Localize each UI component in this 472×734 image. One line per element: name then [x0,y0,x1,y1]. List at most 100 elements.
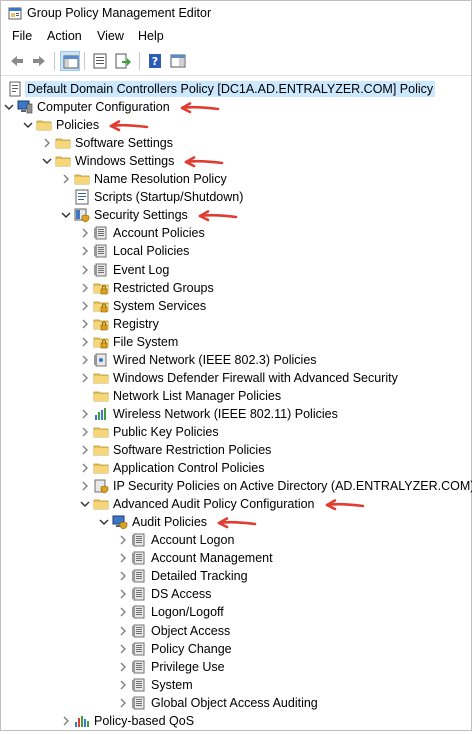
chevron-right-icon[interactable] [79,371,91,383]
tree-node[interactable]: Policies [1,116,471,134]
qos-chart-icon [74,713,90,729]
chevron-right-icon[interactable] [60,172,72,184]
tree-node[interactable]: Privilege Use [1,658,471,676]
tree-node[interactable]: Software Restriction Policies [1,441,471,459]
chevron-right-icon[interactable] [117,678,129,690]
chevron-right-icon[interactable] [117,660,129,672]
tree-node[interactable]: Restricted Groups [1,279,471,297]
tree-node[interactable]: Public Key Policies [1,423,471,441]
tree-node[interactable]: Local Policies [1,242,471,260]
tree-node[interactable]: Software Settings [1,134,471,152]
gpo-scroll-icon [7,81,23,97]
chevron-right-icon[interactable] [117,696,129,708]
tree-node[interactable]: DS Access [1,585,471,603]
forward-arrow-icon[interactable] [29,51,49,71]
export-list-icon[interactable] [113,51,133,71]
chevron-right-icon[interactable] [79,244,91,256]
chevron-right-icon[interactable] [117,551,129,563]
policy-book-icon [131,641,147,657]
tree-node[interactable]: Application Control Policies [1,459,471,477]
tree-node[interactable]: Event Log [1,261,471,279]
chevron-right-icon[interactable] [79,407,91,419]
tree-node[interactable]: Account Management [1,549,471,567]
tree-node[interactable]: System Services [1,297,471,315]
tree-node[interactable]: Name Resolution Policy [1,170,471,188]
tree-node[interactable]: Account Policies [1,224,471,242]
tree-node[interactable]: Security Settings [1,206,471,224]
chevron-right-icon[interactable] [117,569,129,581]
chevron-right-icon[interactable] [117,533,129,545]
tree-node[interactable]: Logon/Logoff [1,603,471,621]
tree-node[interactable]: Windows Settings [1,152,471,170]
properties-icon[interactable] [90,51,110,71]
chevron-down-icon[interactable] [22,118,34,130]
tree-node[interactable]: Advanced Audit Policy Configuration [1,495,471,513]
tree-node[interactable]: Default Domain Controllers Policy [DC1A.… [1,80,471,98]
chevron-right-icon[interactable] [41,136,53,148]
tree-node-label: Software Settings [75,136,173,151]
tree-node[interactable]: File System [1,333,471,351]
chevron-right-icon[interactable] [117,624,129,636]
tree-node[interactable]: Detailed Tracking [1,567,471,585]
chevron-right-icon[interactable] [79,335,91,347]
tree-node-label: Wired Network (IEEE 802.3) Policies [113,352,317,367]
chevron-right-icon[interactable] [79,226,91,238]
chevron-down-icon[interactable] [98,515,110,527]
chevron-down-icon[interactable] [79,497,91,509]
policy-book-icon [93,262,109,278]
security-icon [74,207,90,223]
chevron-right-icon[interactable] [79,425,91,437]
show-tree-icon[interactable] [60,51,80,71]
tree-node[interactable]: IP Security Policies on Active Directory… [1,477,472,495]
policy-book-icon [93,243,109,259]
help-icon[interactable]: ? [145,51,165,71]
window-title: Group Policy Management Editor [27,6,212,20]
show-hide-icon[interactable] [168,51,188,71]
tree-node[interactable]: Global Object Access Auditing [1,694,471,712]
tree-node[interactable]: Network List Manager Policies [1,387,471,405]
folder-icon [93,424,109,440]
folder-icon [93,442,109,458]
chevron-down-icon[interactable] [41,154,53,166]
tree-node[interactable]: Wireless Network (IEEE 802.11) Policies [1,405,471,423]
tree-node[interactable]: Windows Defender Firewall with Advanced … [1,369,471,387]
chevron-right-icon[interactable] [117,605,129,617]
chevron-down-icon[interactable] [60,208,72,220]
chevron-right-icon[interactable] [79,299,91,311]
tree-node-label: Event Log [113,262,170,277]
menu-action[interactable]: Action [47,29,82,43]
tree-node-label: Account Policies [113,226,205,241]
chevron-right-icon[interactable] [117,642,129,654]
folder-icon [55,135,71,151]
chevron-right-icon[interactable] [79,353,91,365]
tree-node-label: Logon/Logoff [151,605,224,620]
tree-node[interactable]: Scripts (Startup/Shutdown) [1,188,471,206]
chevron-right-icon[interactable] [79,317,91,329]
tree-node[interactable]: Policy-based QoS [1,712,471,730]
folder-icon [36,117,52,133]
tree-node[interactable]: Registry [1,315,471,333]
chevron-right-icon[interactable] [79,443,91,455]
chevron-right-icon[interactable] [60,714,72,726]
tree-node-label: Policy-based QoS [94,713,195,728]
tree-node[interactable]: Object Access [1,622,471,640]
tree-node[interactable]: Computer Configuration [1,98,471,116]
back-arrow-icon[interactable] [7,51,27,71]
menu-view[interactable]: View [97,29,124,43]
tree-node[interactable]: System [1,676,471,694]
tree-node[interactable]: Policy Change [1,640,471,658]
chevron-down-icon[interactable] [3,100,15,112]
chevron-right-icon[interactable] [79,479,91,491]
tree-node[interactable]: Wired Network (IEEE 802.3) Policies [1,351,471,369]
chevron-right-icon[interactable] [117,587,129,599]
menu-help[interactable]: Help [138,29,164,43]
tree-node[interactable]: Audit Policies [1,513,471,531]
chevron-right-icon[interactable] [79,461,91,473]
chevron-right-icon[interactable] [79,263,91,275]
chevron-right-icon[interactable] [79,281,91,293]
policy-book-icon [131,568,147,584]
tree-node-label: Name Resolution Policy [94,172,227,187]
tree-node-label: Software Restriction Policies [113,443,272,457]
menu-file[interactable]: File [12,29,32,43]
tree-node[interactable]: Account Logon [1,531,471,549]
